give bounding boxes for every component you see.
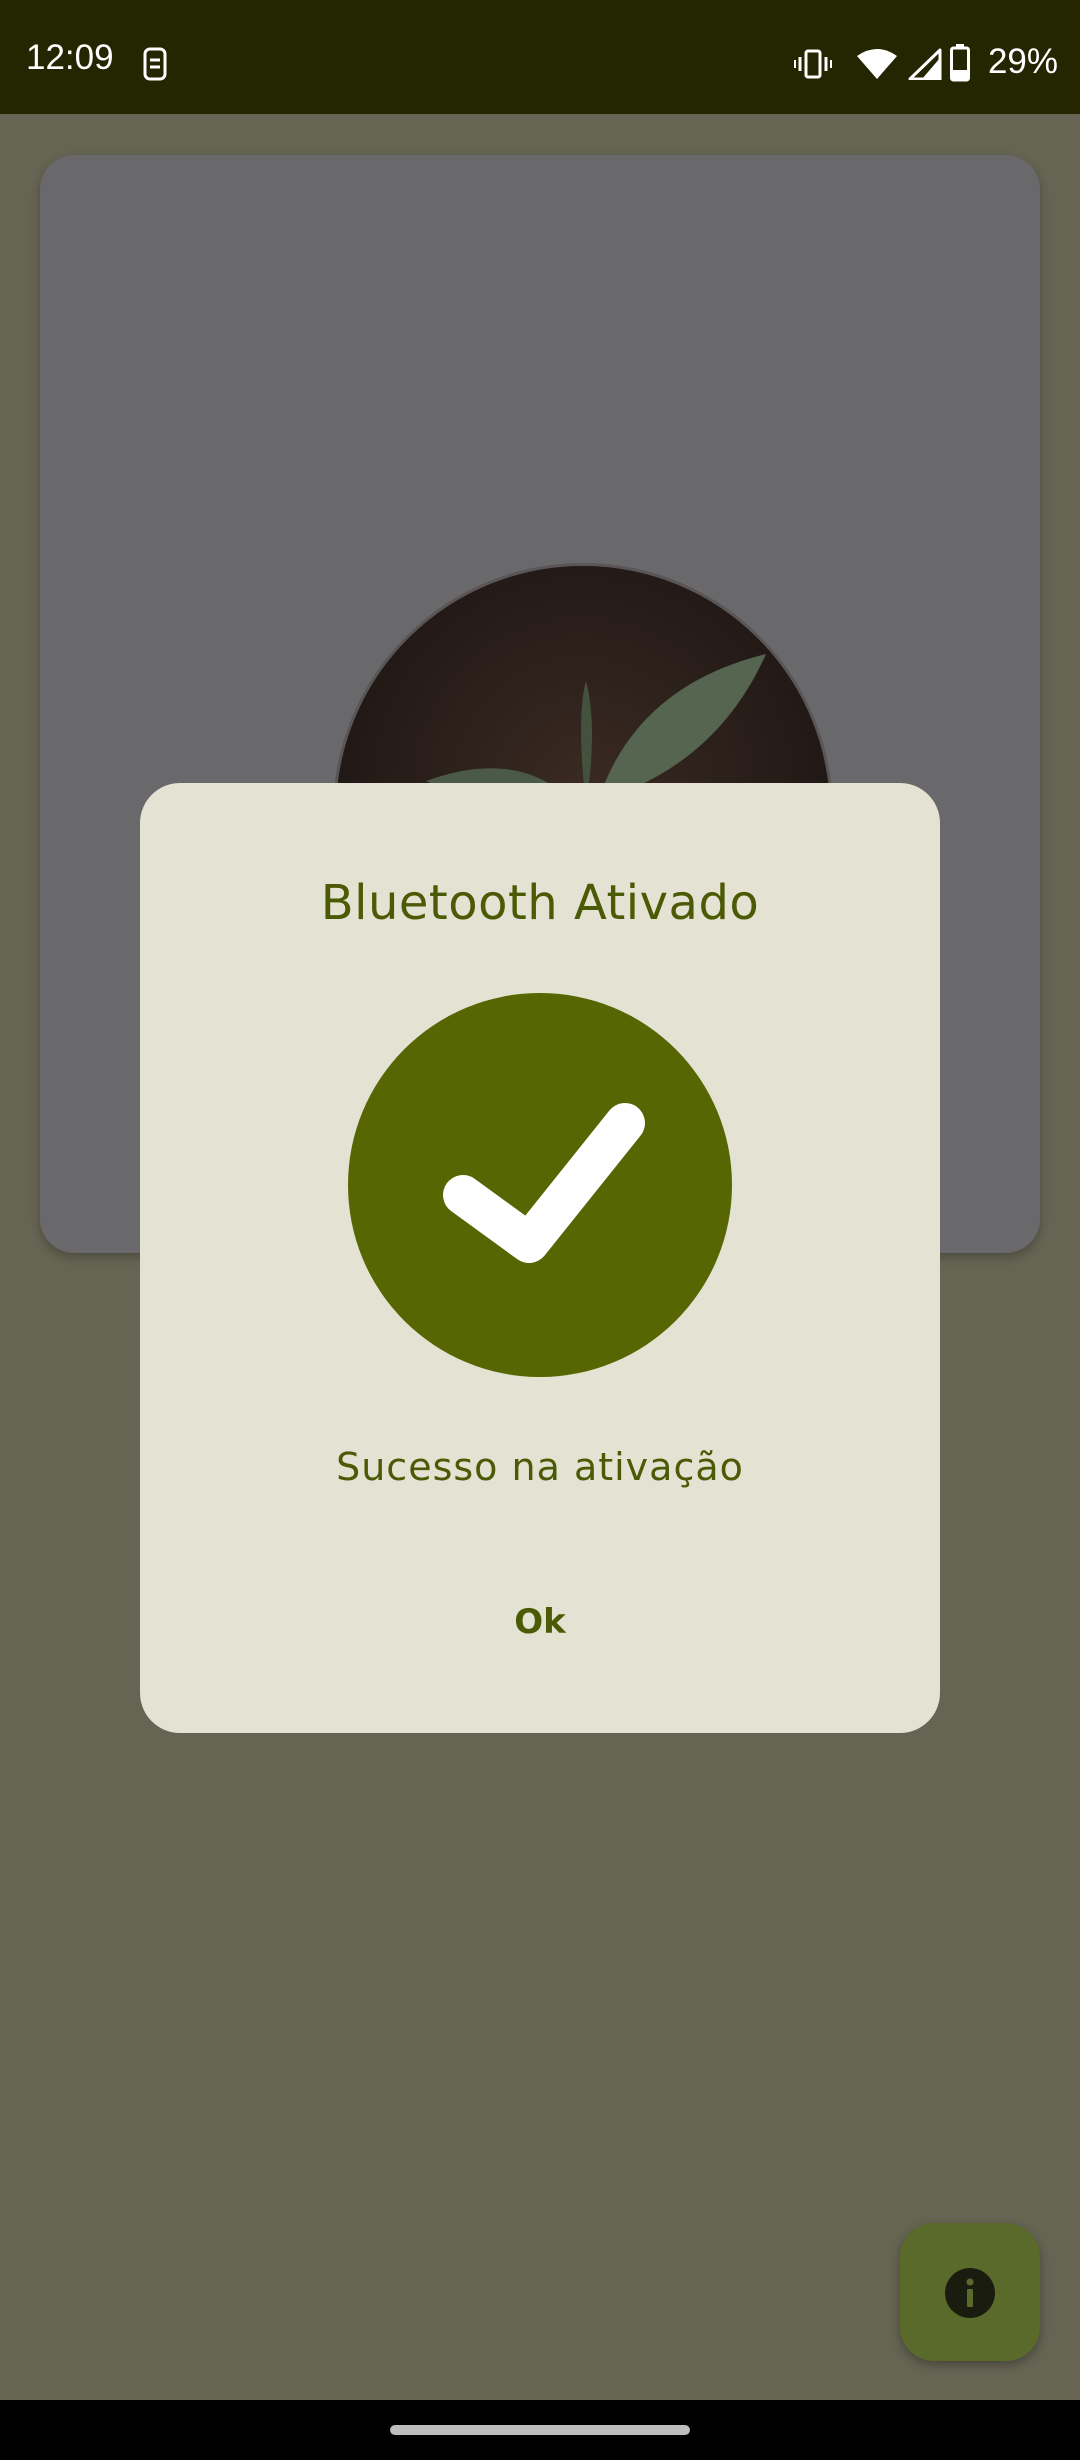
sim-icon <box>143 47 167 81</box>
navigation-bar <box>0 2400 1080 2460</box>
status-time: 12:09 <box>26 38 114 77</box>
status-bar: 12:09 29% <box>0 0 1080 114</box>
success-dialog: Bluetooth Ativado Sucesso na ativação Ok <box>140 783 940 1733</box>
home-indicator[interactable] <box>390 2425 690 2435</box>
wifi-icon <box>857 49 897 79</box>
signal-icon <box>908 48 942 80</box>
info-icon <box>945 2268 995 2318</box>
info-fab-button[interactable] <box>900 2223 1040 2361</box>
check-circle-icon <box>348 993 732 1377</box>
vibrate-icon <box>794 49 832 79</box>
ok-button[interactable]: Ok <box>460 1583 620 1661</box>
battery-icon <box>950 44 970 82</box>
dialog-title: Bluetooth Ativado <box>320 875 760 931</box>
battery-percentage: 29% <box>987 42 1058 81</box>
dialog-message: Sucesso na ativação <box>336 1445 744 1489</box>
